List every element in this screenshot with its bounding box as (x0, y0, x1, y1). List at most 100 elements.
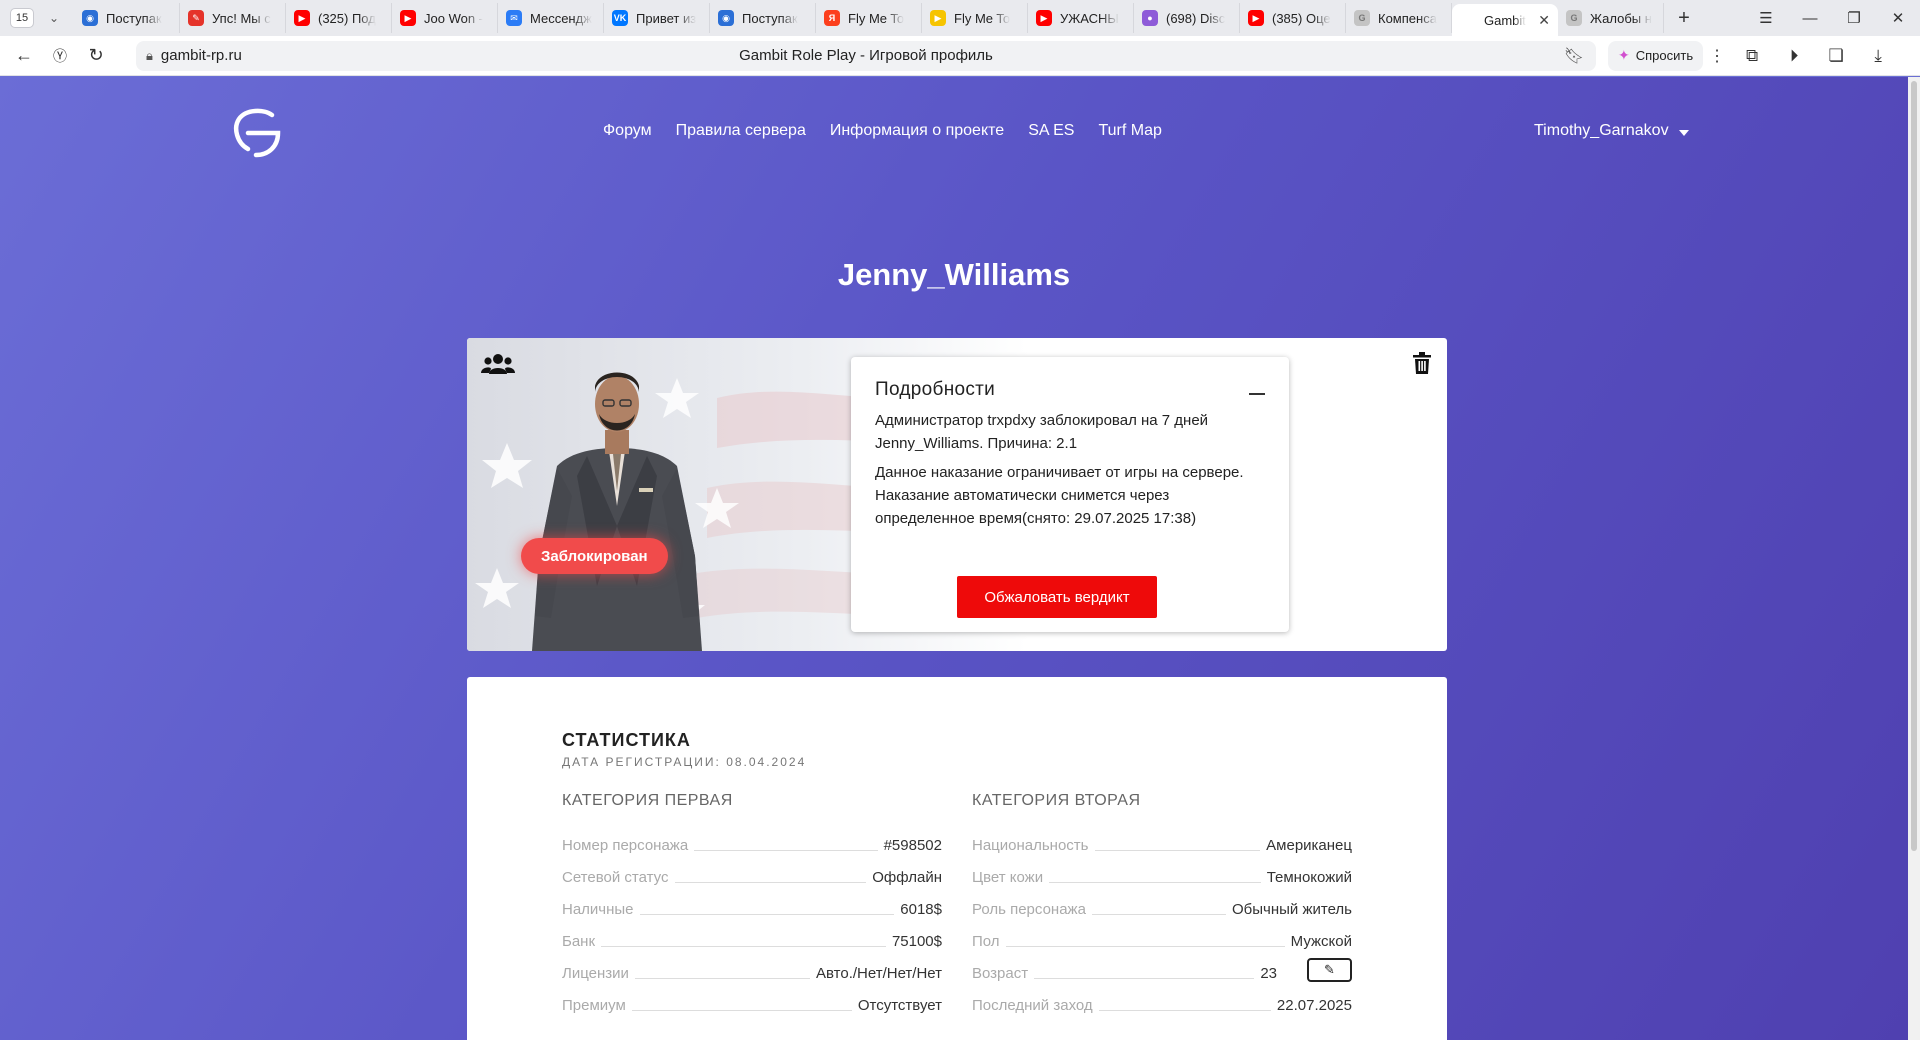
stat-value: Авто./Нет/Нет/Нет (816, 965, 942, 982)
gambit-logo-icon[interactable] (228, 103, 288, 163)
stat-label: Номер персонажа (562, 837, 689, 854)
reload-icon[interactable]: ↻ (78, 40, 114, 72)
browser-tab[interactable]: ▶ Fly Me To (922, 3, 1028, 33)
category-first-title: КАТЕГОРИЯ ПЕРВАЯ (562, 792, 733, 809)
browser-tab[interactable]: ✎ Упс! Мы с (180, 3, 286, 33)
stat-row: Возраст 23 ✎ (972, 950, 1352, 982)
tab-favicon-icon: G (1354, 10, 1370, 26)
browser-tab[interactable]: G Жалобы н (1558, 3, 1664, 33)
browser-tab[interactable]: ◉ Поступак (710, 3, 816, 33)
caret-down-icon (1678, 129, 1689, 136)
tab-favicon-icon: Я (824, 10, 840, 26)
tab-label: Gambit (1484, 12, 1526, 28)
nav-forum[interactable]: Форум (603, 122, 652, 140)
browser-tab[interactable]: ▶ Joo Won - (392, 3, 498, 33)
close-window-icon[interactable]: ✕ (1876, 0, 1920, 36)
ask-button[interactable]: ✦ Спросить (1608, 40, 1704, 71)
yandex-icon[interactable]: Ⓨ (42, 40, 78, 72)
stat-row: Наличные 6018$ (562, 886, 942, 918)
window-controls: ☰ — ❐ ✕ (1744, 0, 1920, 36)
browser-tab[interactable]: VK Привет из (604, 3, 710, 33)
character-avatar (532, 372, 702, 651)
user-menu[interactable]: Timothy_Garnakov (1534, 122, 1689, 140)
tab-favicon-icon: G (1566, 10, 1582, 26)
stat-value: Американец (1266, 837, 1352, 854)
tab-favicon-icon (1460, 12, 1476, 28)
stat-label: Последний заход (972, 997, 1093, 1014)
tab-favicon-icon: ▶ (400, 10, 416, 26)
collections-icon[interactable]: ❏ (1815, 46, 1857, 66)
tab-label: (698) Disc (1166, 10, 1226, 26)
bookmark-icon[interactable]: 🔖︎ (1564, 46, 1584, 66)
nav-server-rules[interactable]: Правила сервера (676, 122, 806, 140)
browser-tab[interactable]: Gambit ✕ (1452, 4, 1558, 36)
tab-label: Мессендж (530, 10, 592, 26)
minimize-icon[interactable]: — (1788, 0, 1832, 36)
collapse-minus-icon[interactable] (1249, 393, 1265, 395)
stat-value: 75100$ (891, 933, 942, 950)
sparkle-icon: ✦ (1618, 47, 1630, 63)
stat-label: Банк (562, 933, 596, 950)
tab-favicon-icon: ▶ (1248, 10, 1264, 26)
profile-nickname: Jenny_Williams (837, 257, 1071, 292)
browser-tabs: ◉ Поступак ✎ Упс! Мы с ▶ (325) Под ▶ Joo Won - ✉… (74, 0, 1664, 36)
url-text: gambit-rp.ru (160, 47, 242, 64)
browser-tab[interactable]: ▶ УЖАСНЫ (1028, 3, 1134, 33)
tab-list-chevron-icon[interactable]: ⌄ (42, 6, 66, 30)
tab-favicon-icon: VK (612, 10, 628, 26)
download-icon[interactable]: ⤓ (1857, 46, 1899, 66)
new-tab-plus-icon[interactable]: + (1670, 4, 1698, 32)
nav-sa-es[interactable]: SA ES (1028, 122, 1074, 140)
browser-tab[interactable]: ▶ (325) Под (286, 3, 392, 33)
scrollbar-thumb[interactable] (1911, 81, 1917, 851)
stat-label: Возраст (972, 965, 1029, 982)
stat-label: Премиум (562, 997, 626, 1014)
stat-value: Оффлайн (872, 869, 942, 886)
stat-value: Темнокожий (1266, 869, 1352, 886)
edit-age-pencil-icon[interactable]: ✎ (1307, 958, 1352, 982)
stats-column-second: КАТЕГОРИЯ ВТОРАЯ Национальность Американе… (972, 792, 1352, 1014)
trash-icon[interactable] (1413, 352, 1431, 374)
browser-tab[interactable]: ✉ Мессендж (498, 3, 604, 33)
tab-label: Joo Won - (424, 10, 484, 26)
tab-label: Fly Me To (954, 10, 1011, 26)
page-scrollbar[interactable] (1908, 77, 1920, 1040)
stat-value: 23 (1260, 965, 1277, 982)
browser-tab[interactable]: G Компенса (1346, 3, 1452, 33)
stat-row: Сетевой статус Оффлайн (562, 854, 942, 886)
back-arrow-icon[interactable]: ← (6, 40, 42, 72)
friends-icon[interactable] (481, 352, 515, 376)
browser-address-bar: ← Ⓨ ↻ 🔒︎ gambit-rp.ru Gambit Role Play -… (0, 36, 1920, 76)
close-tab-icon[interactable]: ✕ (1538, 12, 1550, 29)
appeal-button[interactable]: Обжаловать вердикт (957, 576, 1157, 618)
browser-tab[interactable]: ● (698) Disc (1134, 3, 1240, 33)
url-field[interactable]: 🔒︎ gambit-rp.ru Gambit Role Play - Игров… (136, 40, 1596, 71)
nav-turf-map[interactable]: Turf Map (1098, 122, 1161, 140)
tab-label: (325) Под (318, 10, 376, 26)
nav-project-info[interactable]: Информация о проекте (830, 122, 1004, 140)
tab-label: (385) Оце (1272, 10, 1331, 26)
stat-value: 22.07.2025 (1276, 997, 1352, 1014)
tab-favicon-icon: ✉ (506, 10, 522, 26)
stat-value: #598502 (883, 837, 942, 854)
more-vertical-icon[interactable]: ⋮ (1703, 46, 1731, 66)
browser-tab[interactable]: ◉ Поступак (74, 3, 180, 33)
tab-counter[interactable]: 15 (10, 8, 34, 28)
stat-value: 6018$ (900, 901, 942, 918)
browser-tab[interactable]: Я Fly Me To (816, 3, 922, 33)
tabs-menu-icon[interactable]: ☰ (1744, 0, 1788, 36)
browser-tab[interactable]: ▶ (385) Оце (1240, 3, 1346, 33)
restore-icon[interactable]: ❐ (1832, 0, 1876, 36)
stat-value: Обычный житель (1232, 901, 1352, 918)
category-second-title: КАТЕГОРИЯ ВТОРАЯ (972, 792, 1141, 809)
browser-tab-bar: 15 ⌄ ◉ Поступак ✎ Упс! Мы с ▶ (325) Под ▶ Joo W… (0, 0, 1920, 36)
stat-label: Пол (972, 933, 1000, 950)
tab-label: Упс! Мы с (212, 10, 271, 26)
tab-favicon-icon: ▶ (294, 10, 310, 26)
media-play-icon[interactable]: ⏵ (1773, 46, 1815, 66)
main-nav: Форум Правила сервера Информация о проек… (603, 122, 1162, 140)
tab-label: Жалобы н (1590, 10, 1652, 26)
stat-value: Отсутствует (857, 997, 942, 1014)
extensions-icon[interactable]: ⧉ (1731, 46, 1773, 66)
user-name: Timothy_Garnakov (1534, 122, 1669, 139)
